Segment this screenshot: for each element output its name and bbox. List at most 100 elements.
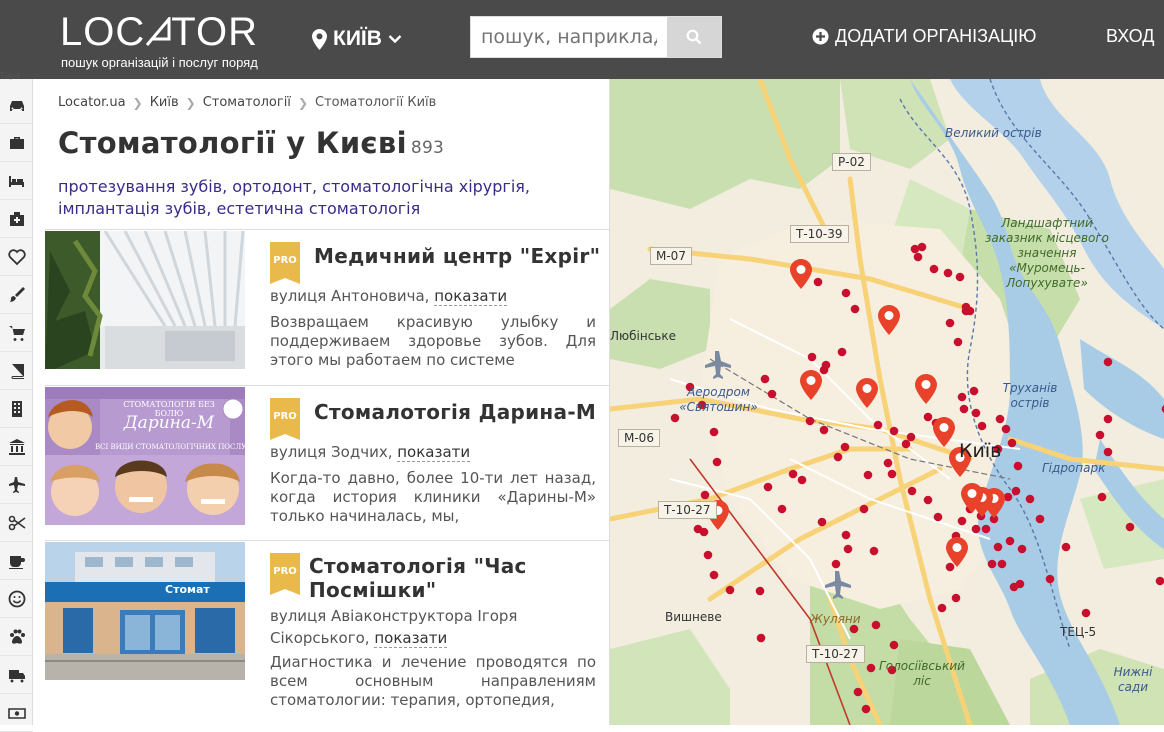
clinic-dot[interactable] xyxy=(977,421,987,431)
clinic-dot[interactable] xyxy=(906,432,916,442)
clinic-dot[interactable] xyxy=(959,404,969,414)
category-hotels[interactable] xyxy=(0,162,33,200)
category-finance[interactable] xyxy=(0,428,33,466)
listing-title[interactable]: Стомалотогія Дарина-М xyxy=(314,400,604,424)
clinic-dot[interactable] xyxy=(1097,492,1107,502)
clinic-dot[interactable] xyxy=(859,504,869,514)
clinic-dot[interactable] xyxy=(883,458,893,468)
category-pets[interactable] xyxy=(0,618,33,656)
clinic-dot[interactable] xyxy=(1005,536,1015,546)
clinic-dot[interactable] xyxy=(917,242,927,252)
clinic-dot[interactable] xyxy=(971,408,981,418)
clinic-dot[interactable] xyxy=(945,562,955,572)
clinic-dot[interactable] xyxy=(995,414,1005,424)
clinic-dot[interactable] xyxy=(923,412,933,422)
listing-photo[interactable]: Стомат xyxy=(45,542,245,680)
clinic-dot[interactable] xyxy=(853,687,863,697)
category-leisure[interactable] xyxy=(0,580,33,618)
clinic-dot[interactable] xyxy=(1009,582,1019,592)
clinic-dot[interactable] xyxy=(887,469,897,479)
listing-photo[interactable]: СТОМАТОЛОГІЯ БЕЗ БОЛЮ Дарина-М ВСІ ВИДИ … xyxy=(45,387,245,525)
clinic-dot[interactable] xyxy=(951,593,961,603)
clinic-dot[interactable] xyxy=(961,306,971,316)
breadcrumb-category[interactable]: Стоматології xyxy=(203,95,291,110)
map-view[interactable]: Р-02 Т-10-39 М-07 М-06 Т-10-27 Т-10-27 В… xyxy=(610,79,1164,725)
clinic-dot[interactable] xyxy=(873,420,883,430)
clinic-dot[interactable] xyxy=(807,352,817,362)
clinic-dot[interactable] xyxy=(913,252,923,262)
clinic-dot[interactable] xyxy=(709,427,719,437)
clinic-dot[interactable] xyxy=(767,389,777,399)
clinic-dot[interactable] xyxy=(760,374,770,384)
category-cafes[interactable] xyxy=(0,542,33,580)
category-realty[interactable] xyxy=(0,390,33,428)
category-transport[interactable] xyxy=(0,656,33,694)
clinic-dot[interactable] xyxy=(841,288,851,298)
category-beauty[interactable] xyxy=(0,276,33,314)
clinic-dot[interactable] xyxy=(1001,424,1011,434)
clinic-dot[interactable] xyxy=(901,439,911,449)
clinic-dot[interactable] xyxy=(788,469,798,479)
clinic-dot[interactable] xyxy=(1061,542,1071,552)
clinic-dot[interactable] xyxy=(1081,608,1091,618)
clinic-dot[interactable] xyxy=(821,360,831,370)
show-address-link[interactable]: показати xyxy=(374,629,448,648)
clinic-dot[interactable] xyxy=(993,542,1003,552)
clinic-dot[interactable] xyxy=(837,347,847,357)
clinic-dot[interactable] xyxy=(953,337,963,347)
clinic-dot[interactable] xyxy=(1011,486,1021,496)
clinic-dot[interactable] xyxy=(1103,357,1113,367)
search-input[interactable] xyxy=(471,17,667,57)
clinic-dot[interactable] xyxy=(1103,414,1113,424)
search-button[interactable] xyxy=(667,17,721,57)
clinic-dot[interactable] xyxy=(755,586,765,596)
clinic-dot[interactable] xyxy=(1095,430,1105,440)
category-salons[interactable] xyxy=(0,504,33,542)
clinic-dot[interactable] xyxy=(933,512,943,522)
clinic-dot[interactable] xyxy=(712,457,722,467)
clinic-dot[interactable] xyxy=(969,386,979,396)
login-link[interactable]: ВХОД xyxy=(1106,26,1154,47)
logo[interactable]: LOC TOR пошук організацій і послуг поряд xyxy=(60,10,280,70)
clinic-dot[interactable] xyxy=(937,603,947,613)
clinic-dot[interactable] xyxy=(907,486,917,496)
clinic-dot[interactable] xyxy=(863,470,873,480)
listing-item[interactable]: Стомат PRO Стоматологія "Час Посмішки" в… xyxy=(45,540,609,725)
category-travel[interactable] xyxy=(0,466,33,504)
clinic-dot[interactable] xyxy=(987,559,997,569)
listing-title[interactable]: Медичний центр "Expir" xyxy=(314,244,604,268)
clinic-dot[interactable] xyxy=(869,546,879,556)
clinic-dot[interactable] xyxy=(971,524,981,534)
listing-item[interactable]: PRO Медичний центр "Expir" вулиця Антоно… xyxy=(45,229,609,384)
clinic-dot[interactable] xyxy=(763,482,773,492)
clinic-dot[interactable] xyxy=(850,304,860,314)
clinic-dot[interactable] xyxy=(725,585,735,595)
category-shops[interactable] xyxy=(0,314,33,352)
clinic-dot[interactable] xyxy=(843,544,853,554)
clinic-dot[interactable] xyxy=(1017,544,1027,554)
clinic-dot[interactable] xyxy=(797,475,807,485)
clinic-dot[interactable] xyxy=(693,524,703,534)
clinic-dot[interactable] xyxy=(700,490,710,500)
clinic-dot[interactable] xyxy=(981,524,991,534)
category-money[interactable] xyxy=(0,694,33,732)
clinic-dot[interactable] xyxy=(871,620,881,630)
clinic-dot[interactable] xyxy=(817,517,827,527)
clinic-dot[interactable] xyxy=(889,640,899,650)
clinic-dot[interactable] xyxy=(997,559,1007,569)
clinic-dot[interactable] xyxy=(756,633,766,643)
clinic-dot[interactable] xyxy=(819,425,829,435)
listing-item[interactable]: СТОМАТОЛОГІЯ БЕЗ БОЛЮ Дарина-М ВСІ ВИДИ … xyxy=(45,385,609,540)
clinic-dot[interactable] xyxy=(709,570,719,580)
category-business[interactable] xyxy=(0,124,33,162)
category-medicine[interactable] xyxy=(0,200,33,238)
clinic-dot[interactable] xyxy=(861,704,871,714)
breadcrumb-home[interactable]: Locator.ua xyxy=(58,95,126,110)
clinic-dot[interactable] xyxy=(957,392,967,402)
category-health[interactable] xyxy=(0,238,33,276)
clinic-dot[interactable] xyxy=(703,550,713,560)
listing-title[interactable]: Стоматологія "Час Посмішки" xyxy=(309,554,599,602)
add-organization-link[interactable]: ДОДАТИ ОРГАНІЗАЦІЮ xyxy=(812,26,1036,47)
clinic-dot[interactable] xyxy=(1035,514,1045,524)
clinic-dot[interactable] xyxy=(777,504,787,514)
